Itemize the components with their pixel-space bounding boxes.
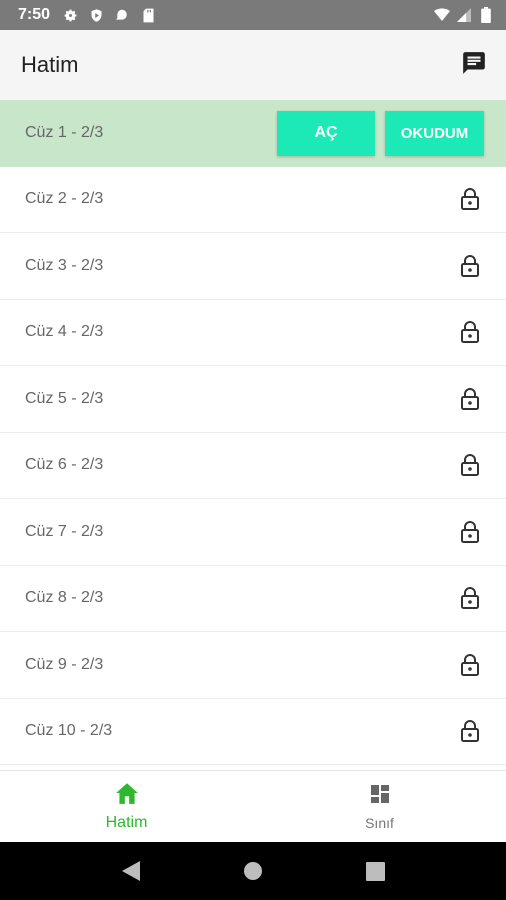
lock-icon [459, 652, 481, 678]
list-item[interactable]: Cüz 9 - 2/3 [0, 632, 506, 699]
lock-icon [459, 519, 481, 545]
list-item[interactable]: Cüz 7 - 2/3 [0, 499, 506, 566]
sd-card-icon [140, 7, 156, 23]
system-nav-bar [0, 842, 506, 900]
lock-icon [459, 253, 481, 279]
home-icon [114, 781, 140, 810]
list-item[interactable]: Cüz 6 - 2/3 [0, 432, 506, 499]
list-item-label: Cüz 4 - 2/3 [25, 323, 104, 341]
list-item[interactable]: Cüz 3 - 2/3 [0, 233, 506, 300]
list-item-label: Cüz 9 - 2/3 [25, 655, 104, 673]
back-icon[interactable] [119, 859, 143, 883]
list-item-label: Cüz 8 - 2/3 [25, 589, 104, 607]
bottom-nav: Hatim Sınıf [0, 770, 506, 842]
list-item-active: Cüz 1 - 2/3 AÇ OKUDUM [0, 100, 506, 167]
list-item[interactable]: Cüz 8 - 2/3 [0, 565, 506, 632]
lock-icon [459, 585, 481, 611]
list-item-label: Cüz 7 - 2/3 [25, 522, 104, 540]
lock-icon [459, 452, 481, 478]
recents-icon[interactable] [363, 859, 387, 883]
nav-item-hatim[interactable]: Hatim [0, 771, 253, 842]
lock-icon [459, 718, 481, 744]
gear-icon [62, 7, 78, 23]
nav-item-sinif[interactable]: Sınıf [253, 771, 506, 842]
list-item-label: Cüz 10 - 2/3 [25, 722, 113, 740]
chat-icon [461, 50, 487, 81]
lock-icon [459, 186, 481, 212]
signal-icon [456, 7, 472, 23]
lock-icon [459, 386, 481, 412]
juz-list: Cüz 1 - 2/3 AÇ OKUDUM Cüz 2 - 2/3 Cüz 3 … [0, 100, 506, 770]
wifi-icon [434, 7, 450, 23]
list-item-label: Cüz 5 - 2/3 [25, 389, 104, 407]
home-circle-icon[interactable] [241, 859, 265, 883]
battery-icon [478, 7, 494, 23]
shield-icon [88, 7, 104, 23]
list-item-label: Cüz 2 - 2/3 [25, 190, 104, 208]
status-time: 7:50 [18, 6, 51, 23]
nav-label-hatim: Hatim [105, 814, 148, 831]
mark-read-button[interactable]: OKUDUM [385, 110, 484, 156]
list-item-label: Cüz 1 - 2/3 [25, 124, 104, 142]
row-actions: AÇ OKUDUM [277, 110, 484, 156]
app-bar: Hatim [0, 30, 506, 100]
status-icons-right [434, 7, 494, 23]
app-title: Hatim [21, 52, 79, 77]
lock-icon [459, 319, 481, 345]
nav-label-sinif: Sınıf [365, 815, 394, 831]
status-icons-left [62, 7, 156, 23]
list-item-label: Cüz 6 - 2/3 [25, 456, 104, 474]
list-item-label: Cüz 3 - 2/3 [25, 256, 104, 274]
status-bar: 7:50 [0, 0, 506, 30]
chat-button[interactable] [458, 49, 490, 81]
dashboard-icon [368, 782, 392, 811]
list-item[interactable]: Cüz 2 - 2/3 [0, 166, 506, 233]
list-item[interactable]: Cüz 10 - 2/3 [0, 698, 506, 765]
notification-icon [114, 7, 130, 23]
open-button[interactable]: AÇ [277, 110, 375, 156]
list-item[interactable]: Cüz 5 - 2/3 [0, 366, 506, 433]
list-item[interactable]: Cüz 4 - 2/3 [0, 299, 506, 366]
